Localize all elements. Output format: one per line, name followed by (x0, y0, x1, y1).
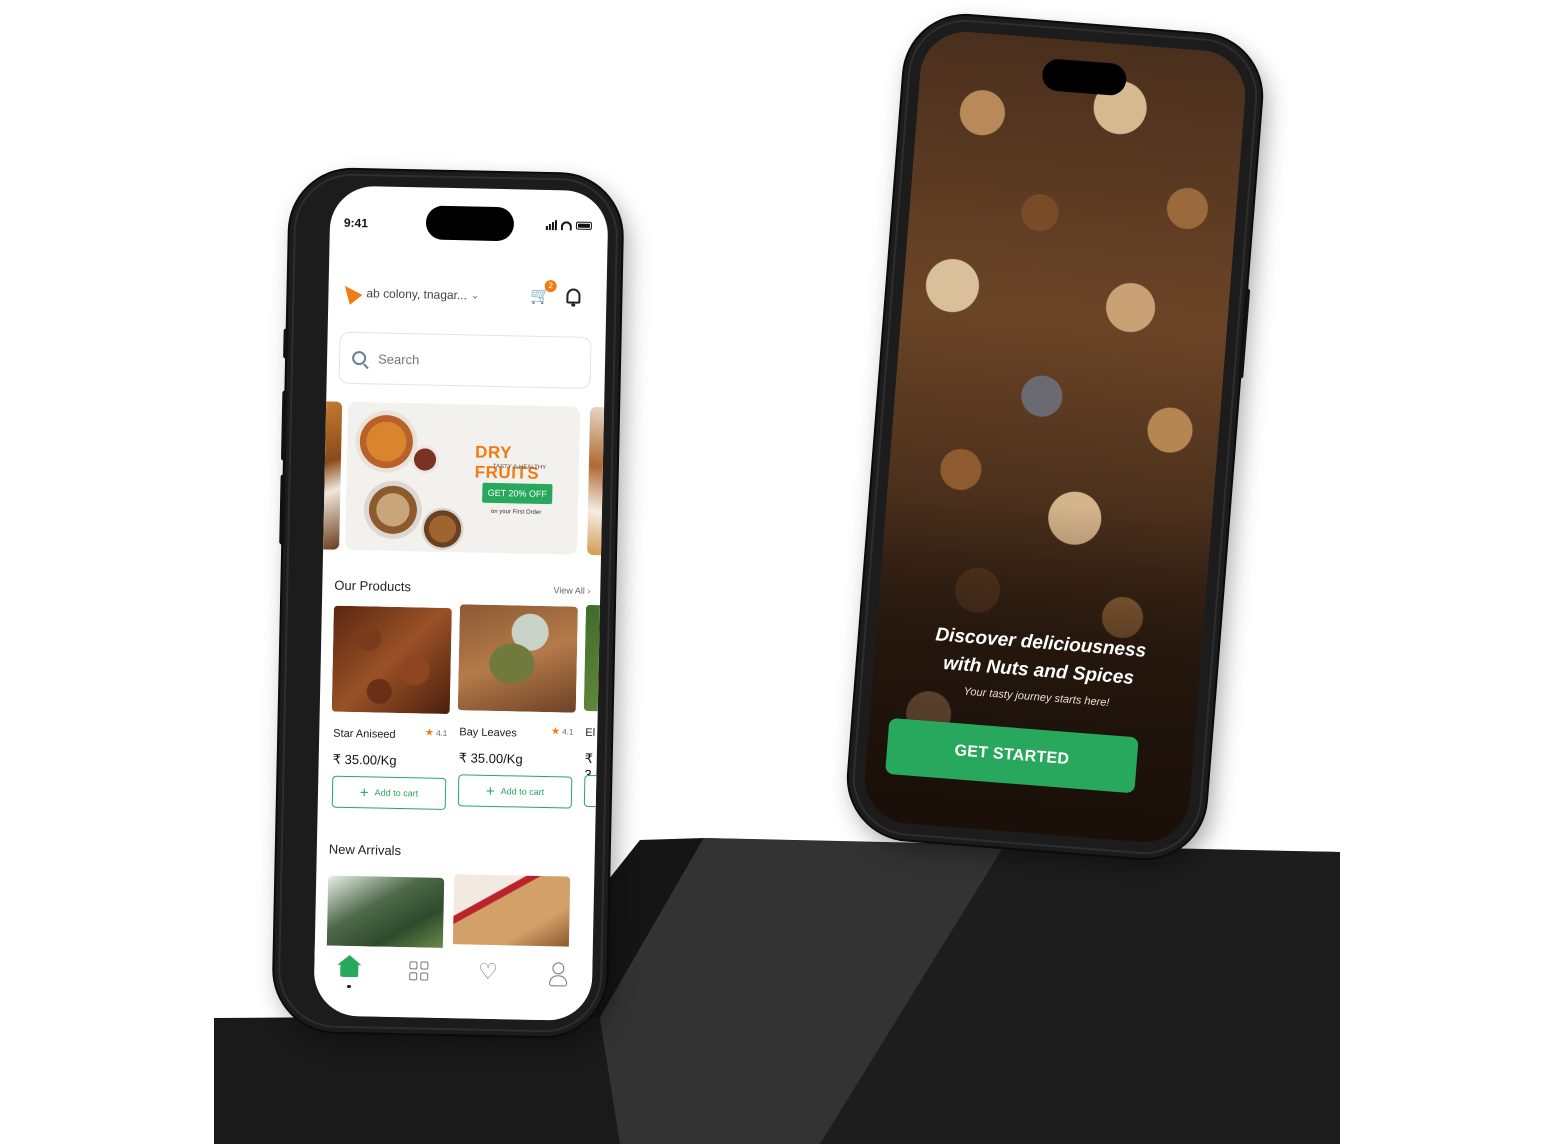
tab-profile[interactable] (542, 962, 573, 993)
status-icons (545, 220, 593, 231)
banner-peek-left[interactable] (323, 401, 343, 550)
active-tab-dot (346, 984, 351, 989)
pedestal-block (214, 838, 1340, 1144)
star-icon: ★ (424, 727, 435, 739)
product-price: ₹ 35.00/Kg (458, 750, 523, 767)
tab-categories[interactable] (403, 959, 434, 990)
phone-right: Discover deliciousness with Nuts and Spi… (844, 11, 1266, 863)
add-to-cart-button[interactable]: + Add to cart (457, 774, 573, 809)
cardamom-image (583, 604, 600, 714)
product-card[interactable]: Bay Leaves ★ 4.1 ₹ 35.00/Kg + Add to cart (456, 604, 582, 819)
star-aniseed-image (331, 605, 452, 715)
banner-note: on your First Order (490, 508, 542, 516)
add-to-cart-button[interactable]: + Add to cart (331, 775, 447, 810)
product-name: Star Aniseed (333, 727, 396, 741)
dynamic-island (425, 205, 515, 242)
new-arrival-card[interactable] (326, 875, 445, 948)
home-screen: 9:41 ab colony, tnagar... ⌄ 🛒 2 Search D… (313, 185, 609, 1022)
search-bar[interactable] (338, 331, 592, 389)
cart-button[interactable]: 🛒 2 (530, 279, 557, 308)
section-title-our-products: Our Products (334, 577, 412, 595)
search-icon (351, 350, 367, 366)
banner-subtitle: TASTY & HEALTHY (492, 463, 547, 472)
grid-icon (408, 961, 429, 981)
get-started-button[interactable]: GET STARTED (885, 717, 1139, 794)
plus-icon: + (485, 782, 495, 800)
product-price: ₹ 35.00/Kg (332, 751, 397, 768)
onboarding-screen: Discover deliciousness with Nuts and Spi… (861, 28, 1249, 846)
status-time: 9:41 (343, 215, 369, 231)
promo-carousel[interactable]: DRY FRUITS TASTY & HEALTHY GET 20% OFF o… (323, 401, 605, 556)
add-to-cart-label: Add to cart (374, 787, 419, 799)
tab-wishlist[interactable]: ♡ (473, 958, 504, 992)
banner-peek-right[interactable] (587, 406, 605, 556)
rating-value: 4.1 (436, 728, 448, 739)
chevron-down-icon: ⌄ (470, 289, 480, 302)
dates-image (410, 445, 440, 474)
search-input[interactable] (377, 350, 559, 370)
section-title-new-arrivals: New Arrivals (328, 841, 402, 859)
product-rating: ★ 4.1 (551, 726, 574, 737)
dynamic-island (1041, 57, 1128, 97)
phone-left: 9:41 ab colony, tnagar... ⌄ 🛒 2 Search D… (273, 168, 623, 1038)
view-all-link[interactable]: View All › (553, 585, 590, 596)
new-arrival-card[interactable] (452, 874, 571, 947)
product-name: Bay Leaves (459, 726, 517, 740)
cart-badge: 2 (544, 279, 557, 293)
product-rating: ★ 4.1 (425, 728, 448, 739)
location-arrow-icon (338, 280, 363, 305)
product-card[interactable]: El ₹ 3 (582, 604, 600, 817)
signal-icon (545, 220, 558, 231)
volume-up-button (280, 390, 288, 461)
add-to-cart-button[interactable] (583, 774, 600, 810)
volume-down-button (279, 474, 286, 545)
bell-icon[interactable] (566, 288, 581, 304)
wifi-icon (560, 220, 573, 231)
battery-icon (575, 221, 593, 230)
home-icon (339, 963, 359, 977)
user-icon (546, 962, 568, 986)
almond-bowl-image (421, 507, 464, 551)
heart-icon: ♡ (477, 958, 499, 985)
plus-icon: + (359, 783, 369, 801)
banner-cta-button[interactable]: GET 20% OFF (482, 482, 553, 505)
tab-home[interactable] (334, 958, 365, 989)
banner-title: DRY FRUITS (474, 442, 540, 483)
add-to-cart-label: Add to cart (500, 786, 545, 798)
location-selector[interactable]: ab colony, tnagar... ⌄ 🛒 2 (338, 278, 593, 313)
promo-banner[interactable]: DRY FRUITS TASTY & HEALTHY GET 20% OFF o… (345, 401, 581, 555)
view-all-label: View All (553, 584, 585, 596)
new-arrivals-header: New Arrivals (329, 842, 585, 862)
bottom-tab-bar: ♡ (313, 945, 593, 1022)
bay-leaves-image (457, 604, 578, 713)
product-card[interactable]: Star Aniseed ★ 4.1 ₹ 35.00/Kg + Add to ca… (329, 605, 455, 821)
rating-value: 4.1 (562, 727, 574, 737)
apricot-bowl-image (354, 410, 419, 474)
location-text: ab colony, tnagar... (366, 286, 468, 303)
our-products-header: Our Products View All › (334, 578, 590, 598)
mute-switch (283, 328, 289, 359)
nut-bowl-image (363, 480, 423, 540)
product-name: El (585, 726, 596, 740)
star-icon: ★ (550, 726, 561, 738)
